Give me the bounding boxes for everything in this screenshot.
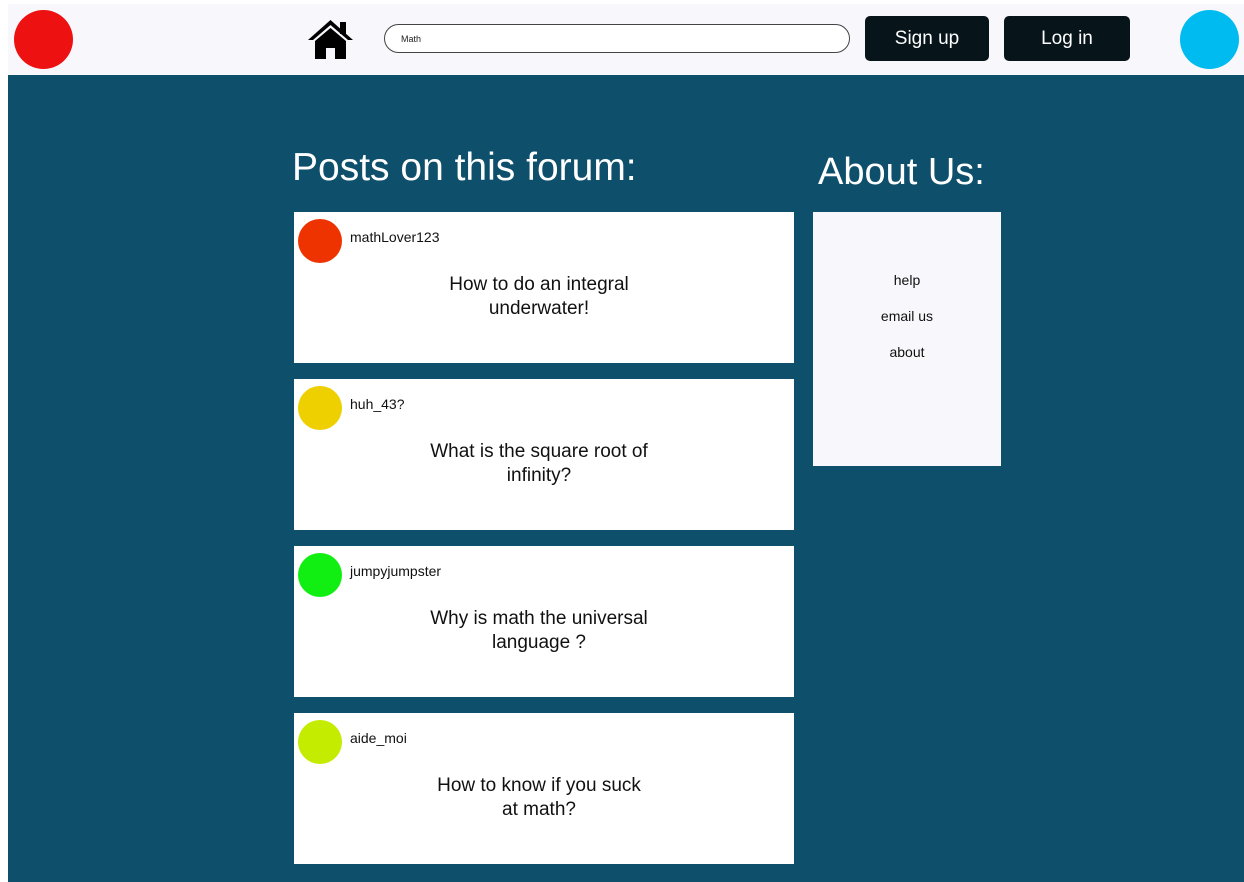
posts-heading: Posts on this forum: [292,146,637,189]
user-avatar[interactable] [298,720,342,764]
post-card[interactable]: mathLover123 How to do an integral under… [294,212,794,363]
post-title[interactable]: Why is math the universal language ? [384,607,694,655]
post-username[interactable]: aide_moi [350,730,407,746]
post-username[interactable]: huh_43? [350,396,405,412]
post-title[interactable]: How to do an integral underwater! [384,273,694,321]
post-username[interactable]: mathLover123 [350,229,440,245]
main-content: Posts on this forum: About Us: mathLover… [8,75,1244,882]
about-link[interactable]: about [813,343,1001,361]
about-links: help email us about [813,271,1001,379]
post-card[interactable]: jumpyjumpster Why is math the universal … [294,546,794,697]
log-in-button[interactable]: Log in [1004,16,1130,61]
search-input[interactable] [384,24,850,53]
profile-avatar[interactable] [1180,10,1239,69]
post-title[interactable]: What is the square root of infinity? [384,440,694,488]
about-panel: help email us about [813,212,1001,466]
post-username[interactable]: jumpyjumpster [350,563,441,579]
post-title[interactable]: How to know if you suck at math? [384,774,694,822]
email-us-link[interactable]: email us [813,307,1001,325]
help-link[interactable]: help [813,271,1001,289]
post-card[interactable]: huh_43? What is the square root of infin… [294,379,794,530]
sign-up-button[interactable]: Sign up [865,16,989,61]
home-icon[interactable] [306,19,355,60]
site-logo[interactable] [14,10,73,69]
user-avatar[interactable] [298,553,342,597]
post-card[interactable]: aide_moi How to know if you suck at math… [294,713,794,864]
user-avatar[interactable] [298,386,342,430]
user-avatar[interactable] [298,219,342,263]
about-heading: About Us: [818,151,985,193]
